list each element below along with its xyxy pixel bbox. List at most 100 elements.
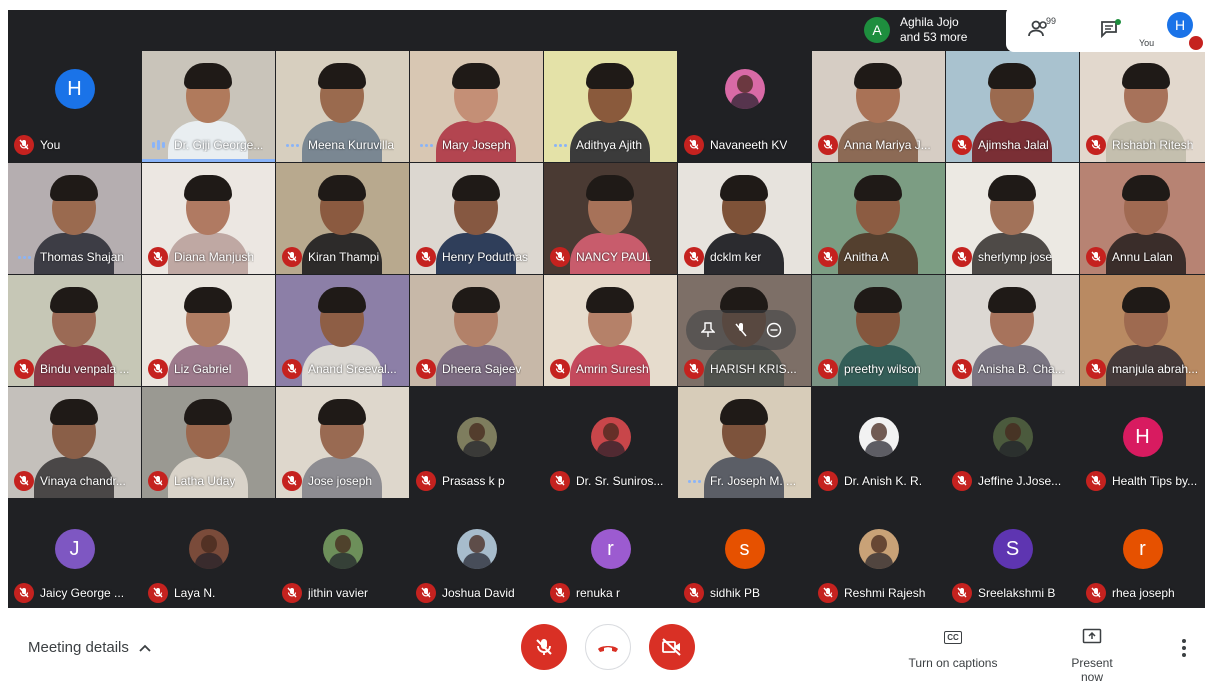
remove-circle-icon	[766, 322, 781, 338]
participant-tile[interactable]: NANCY PAUL	[544, 163, 677, 274]
participant-tile[interactable]: H You	[8, 51, 141, 162]
participant-tile[interactable]: s sidhik PB	[678, 499, 811, 608]
participant-tile[interactable]: sherlymp jose	[946, 163, 1079, 274]
people-count: 99	[1046, 16, 1057, 26]
participant-tile[interactable]: Dr. Sr. Suniros...	[544, 387, 677, 498]
mic-off-icon	[735, 323, 747, 337]
pin-button[interactable]	[694, 316, 722, 344]
participant-tile[interactable]: Navaneeth KV	[678, 51, 811, 162]
participant-name: sherlymp jose	[978, 250, 1053, 264]
audio-level-icon	[282, 135, 302, 155]
participant-label: Amrin Suresh	[550, 359, 673, 379]
participant-label: Jose joseph	[282, 471, 405, 491]
people-button[interactable]: 99	[1014, 9, 1064, 49]
participant-tile[interactable]: J Jaicy George ...	[8, 499, 141, 608]
mic-off-icon	[1086, 471, 1106, 491]
self-label: You	[1139, 38, 1155, 48]
mic-off-icon	[1086, 247, 1106, 267]
participant-label: Henry Poduthas	[416, 247, 539, 267]
participant-avatar: A	[864, 17, 890, 43]
mic-off-icon	[684, 583, 704, 603]
participant-tile[interactable]: Anna Mariya J...	[812, 51, 945, 162]
participant-tile[interactable]: Laya N.	[142, 499, 275, 608]
participant-name: You	[40, 138, 61, 152]
participant-tile[interactable]: Annu Lalan	[1080, 163, 1205, 274]
participant-tile[interactable]: Kiran Thampi	[276, 163, 409, 274]
participant-label: Anand Sreeval...	[282, 359, 405, 379]
participant-label: renuka r	[550, 583, 673, 603]
participant-name: Navaneeth KV	[710, 138, 788, 152]
mic-off-icon	[952, 135, 972, 155]
participant-tile[interactable]: dcklm ker	[678, 163, 811, 274]
participant-name: Anna Mariya J...	[844, 138, 931, 152]
more-options-button[interactable]	[1174, 636, 1194, 660]
participant-tile[interactable]: Anand Sreeval...	[276, 275, 409, 386]
participant-tile[interactable]: S Sreelakshmi B	[946, 499, 1079, 608]
meeting-details-button[interactable]: Meeting details	[28, 639, 151, 656]
chat-button[interactable]	[1084, 9, 1134, 49]
participant-avatar-photo	[188, 529, 229, 569]
participant-tile[interactable]: Latha Uday	[142, 387, 275, 498]
participant-avatar-photo	[590, 417, 631, 457]
participant-tile[interactable]: r renuka r	[544, 499, 677, 608]
participant-tile[interactable]: Anisha B. Cha...	[946, 275, 1079, 386]
participant-tile[interactable]: Thomas Shajan	[8, 163, 141, 274]
self-view-avatar[interactable]: H You	[1139, 12, 1203, 50]
mic-off-icon	[416, 247, 436, 267]
leave-call-button[interactable]	[585, 624, 631, 670]
participant-label: preethy wilson	[818, 359, 941, 379]
mic-off-icon	[282, 583, 302, 603]
participant-tile[interactable]: manjula abrah...	[1080, 275, 1205, 386]
participant-name: Thomas Shajan	[40, 250, 125, 264]
participant-tile[interactable]: r rhea joseph	[1080, 499, 1205, 608]
participant-label: Ajimsha Jalal	[952, 135, 1075, 155]
participant-tile[interactable]: Vinaya chandr...	[8, 387, 141, 498]
microphone-toggle-button[interactable]	[521, 624, 567, 670]
participant-name: manjula abrah...	[1112, 362, 1199, 376]
participant-tile[interactable]: Ajimsha Jalal	[946, 51, 1079, 162]
participant-name: Annu Lalan	[1112, 250, 1173, 264]
participant-tile[interactable]: Rishabh Ritesh	[1080, 51, 1205, 162]
audio-level-icon	[148, 135, 168, 155]
participant-tile[interactable]: Jeffine J.Jose...	[946, 387, 1079, 498]
participant-tile[interactable]: Adithya Ajith	[544, 51, 677, 162]
participant-tile[interactable]: Prasass k p	[410, 387, 543, 498]
remove-participant-button[interactable]	[760, 316, 788, 344]
participant-tile[interactable]: Jose joseph	[276, 387, 409, 498]
mic-off-icon	[416, 583, 436, 603]
participant-name: Ajimsha Jalal	[978, 138, 1049, 152]
participant-tile[interactable]: Reshmi Rajesh	[812, 499, 945, 608]
captions-button[interactable]: CC Turn on captions	[907, 626, 999, 670]
participant-label: Jeffine J.Jose...	[952, 471, 1075, 491]
mic-off-icon	[818, 359, 838, 379]
participant-label: dcklm ker	[684, 247, 807, 267]
active-speakers-chip[interactable]: A Aghila Jojo and 53 more	[858, 10, 1006, 50]
camera-toggle-button[interactable]	[649, 624, 695, 670]
participant-tile[interactable]: Meena Kuruvilla	[276, 51, 409, 162]
participant-label: Sreelakshmi B	[952, 583, 1075, 603]
mic-off-icon	[550, 471, 570, 491]
participant-tile[interactable]: jithin vavier	[276, 499, 409, 608]
participant-tile[interactable]: H Health Tips by...	[1080, 387, 1205, 498]
participant-tile[interactable]: Joshua David	[410, 499, 543, 608]
participant-tile[interactable]: Fr. Joseph M. ...	[678, 387, 811, 498]
present-now-button[interactable]: Present now	[1059, 626, 1125, 684]
participant-tile[interactable]: Amrin Suresh	[544, 275, 677, 386]
audio-level-icon	[684, 471, 704, 491]
participant-tile[interactable]: Henry Poduthas	[410, 163, 543, 274]
participant-tile[interactable]: Dr. Giji George...	[142, 51, 275, 162]
participant-tile[interactable]: Anitha A	[812, 163, 945, 274]
participant-tile[interactable]: Mary Joseph	[410, 51, 543, 162]
participant-name: Anisha B. Cha...	[978, 362, 1065, 376]
participant-tile[interactable]: Dr. Anish K. R.	[812, 387, 945, 498]
participant-tile[interactable]: Dheera Sajeev	[410, 275, 543, 386]
participant-tile[interactable]: Liz Gabriel	[142, 275, 275, 386]
mute-participant-button[interactable]	[727, 316, 755, 344]
participant-tile[interactable]: Diana Manjush	[142, 163, 275, 274]
mic-off-icon	[684, 135, 704, 155]
participant-avatar: s	[724, 529, 765, 569]
participant-name: Latha Uday	[174, 474, 236, 488]
participant-tile[interactable]: Bindu venpala ...	[8, 275, 141, 386]
participant-label: HARISH KRIS...	[684, 359, 807, 379]
participant-tile[interactable]: preethy wilson	[812, 275, 945, 386]
